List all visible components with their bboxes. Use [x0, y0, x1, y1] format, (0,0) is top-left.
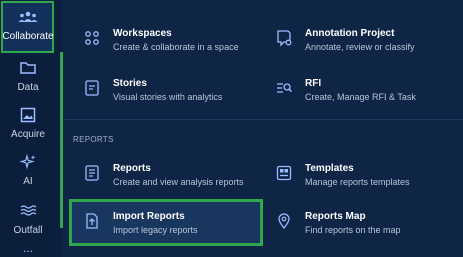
reports-section-heading: REPORTS — [73, 135, 114, 144]
rail-label-collaborate: Collaborate — [2, 31, 54, 42]
rail-more-button[interactable]: ... — [0, 242, 56, 254]
rfi-title: RFI — [305, 78, 322, 89]
menu-item-templates[interactable]: Templates Manage reports templates — [261, 163, 449, 203]
import-reports-title: Import Reports — [113, 211, 185, 222]
reports-icon — [83, 164, 101, 182]
workspaces-icon — [83, 29, 101, 47]
app-root: Collaborate Data Acquire AI Outfall ... … — [0, 0, 463, 257]
workspaces-subtitle: Create & collaborate in a space — [113, 42, 239, 52]
stories-icon — [83, 79, 101, 97]
templates-subtitle: Manage reports templates — [305, 177, 410, 187]
section-divider — [63, 119, 463, 120]
menu-item-reports[interactable]: Reports Create and view analysis reports — [69, 163, 257, 203]
rail-item-acquire[interactable]: Acquire — [0, 107, 56, 140]
menu-item-import-reports[interactable]: Import Reports Import legacy reports — [69, 211, 257, 251]
templates-title: Templates — [305, 163, 354, 174]
collaborate-menu-panel: Workspaces Create & collaborate in a spa… — [63, 0, 463, 257]
rail-item-collaborate[interactable]: Collaborate — [0, 10, 56, 42]
rail-item-outfall[interactable]: Outfall — [0, 203, 56, 236]
rail-label-ai: AI — [23, 176, 33, 187]
stories-subtitle: Visual stories with analytics — [113, 92, 223, 102]
folder-icon — [0, 60, 56, 78]
map-pin-icon — [275, 212, 293, 230]
menu-item-reports-map[interactable]: Reports Map Find reports on the map — [261, 211, 449, 251]
rail-label-data: Data — [17, 82, 39, 93]
reports-title: Reports — [113, 163, 151, 174]
menu-item-stories[interactable]: Stories Visual stories with analytics — [69, 78, 257, 118]
rail-item-data[interactable]: Data — [0, 60, 56, 93]
image-icon — [0, 107, 56, 125]
menu-item-workspaces[interactable]: Workspaces Create & collaborate in a spa… — [69, 28, 257, 68]
annotation-project-title: Annotation Project — [305, 28, 395, 39]
left-rail: Collaborate Data Acquire AI Outfall ... — [0, 0, 60, 257]
waves-icon — [0, 203, 56, 221]
import-reports-icon — [83, 212, 101, 230]
reports-map-subtitle: Find reports on the map — [305, 225, 401, 235]
templates-icon — [275, 164, 293, 182]
rail-label-outfall: Outfall — [13, 225, 43, 236]
collaborate-icon — [0, 10, 56, 28]
sparkle-icon — [0, 153, 56, 172]
rail-label-acquire: Acquire — [11, 129, 45, 140]
annotation-icon — [275, 29, 293, 47]
rfi-subtitle: Create, Manage RFI & Task — [305, 92, 416, 102]
stories-title: Stories — [113, 78, 147, 89]
reports-map-title: Reports Map — [305, 211, 366, 222]
annotation-project-subtitle: Annotate, review or classify — [305, 42, 415, 52]
import-reports-subtitle: Import legacy reports — [113, 225, 198, 235]
menu-item-rfi[interactable]: RFI Create, Manage RFI & Task — [261, 78, 449, 118]
rail-item-ai[interactable]: AI — [0, 153, 56, 187]
rfi-icon — [275, 79, 293, 97]
workspaces-title: Workspaces — [113, 28, 172, 39]
reports-subtitle: Create and view analysis reports — [113, 177, 244, 187]
menu-item-annotation-project[interactable]: Annotation Project Annotate, review or c… — [261, 28, 449, 68]
